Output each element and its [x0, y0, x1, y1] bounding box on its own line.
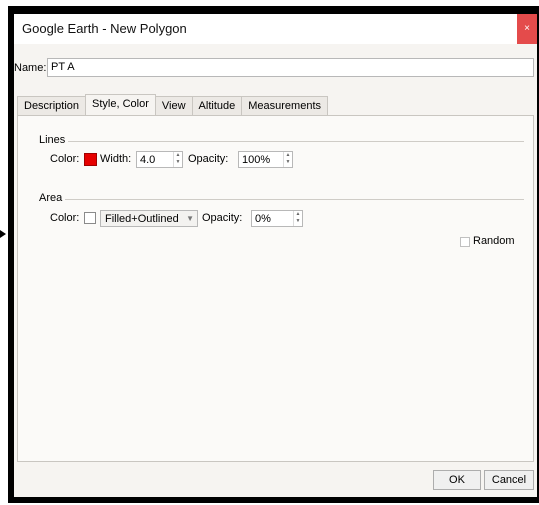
- area-color-label: Color:: [50, 212, 80, 224]
- lines-divider: [68, 141, 524, 142]
- lines-width-label: Width:: [100, 153, 132, 165]
- area-opacity-value: 0%: [255, 213, 271, 225]
- name-input[interactable]: PT A: [47, 58, 534, 77]
- spin-arrows-icon[interactable]: ▲ ▼: [293, 211, 302, 226]
- lines-color-label: Color:: [50, 153, 80, 165]
- window-title: Google Earth - New Polygon: [22, 21, 187, 36]
- random-checkbox[interactable]: [460, 237, 470, 247]
- random-label: Random: [473, 235, 515, 247]
- lines-color-swatch[interactable]: [84, 153, 97, 166]
- lines-width-spinner[interactable]: 4.0 ▲ ▼: [136, 151, 183, 168]
- spin-arrows-icon[interactable]: ▲ ▼: [283, 152, 292, 167]
- area-opacity-label: Opacity:: [202, 212, 243, 224]
- chevron-down-icon: ▼: [186, 214, 194, 223]
- lines-opacity-spinner[interactable]: 100% ▲ ▼: [238, 151, 293, 168]
- dialog-window: Google Earth - New Polygon × Name: PT A …: [14, 14, 537, 497]
- close-icon: ×: [524, 23, 530, 34]
- area-group-label: Area: [39, 192, 63, 204]
- tab-view[interactable]: View: [154, 96, 193, 115]
- cancel-button[interactable]: Cancel: [484, 470, 534, 490]
- lines-opacity-label: Opacity:: [188, 153, 229, 165]
- title-bar[interactable]: Google Earth - New Polygon ×: [14, 14, 537, 44]
- tab-description[interactable]: Description: [17, 96, 87, 115]
- ok-button[interactable]: OK: [433, 470, 481, 490]
- lines-opacity-value: 100%: [242, 154, 271, 166]
- tab-style-color[interactable]: Style, Color: [85, 94, 156, 115]
- area-fill-mode-select[interactable]: Filled+Outlined ▼: [100, 210, 198, 227]
- name-row: Name: PT A: [14, 58, 537, 80]
- area-opacity-spinner[interactable]: 0% ▲ ▼: [251, 210, 303, 227]
- lines-group-label: Lines: [39, 134, 66, 146]
- tab-bar: Description Style, Color View Altitude M…: [17, 94, 329, 115]
- area-color-swatch[interactable]: [84, 212, 96, 224]
- style-color-panel: Lines Color: Width: 4.0 ▲ ▼ Opacity: 100%…: [17, 115, 534, 462]
- cursor-arrow-icon: [0, 230, 6, 238]
- close-button[interactable]: ×: [517, 14, 537, 44]
- area-fill-mode-value: Filled+Outlined: [105, 213, 179, 225]
- name-label: Name:: [14, 62, 47, 74]
- lines-width-value: 4.0: [140, 154, 156, 166]
- tab-altitude[interactable]: Altitude: [191, 96, 243, 115]
- tab-measurements[interactable]: Measurements: [241, 96, 329, 115]
- area-divider: [65, 199, 524, 200]
- spin-arrows-icon[interactable]: ▲ ▼: [173, 152, 182, 167]
